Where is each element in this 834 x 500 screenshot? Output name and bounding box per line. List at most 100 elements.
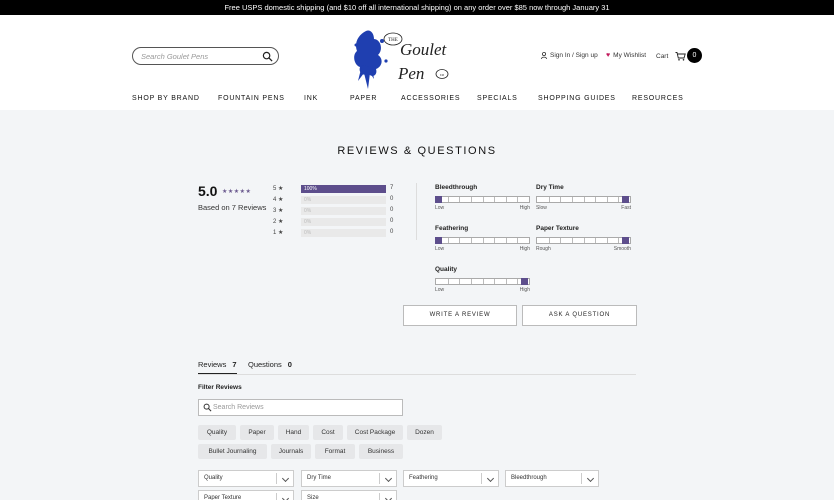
filter-chip[interactable]: Cost Package — [347, 425, 403, 440]
chevron-down-icon — [281, 474, 290, 483]
dropdown-label: Quality — [204, 475, 223, 481]
wishlist-label: My Wishlist — [613, 52, 647, 59]
slider-tick — [606, 238, 608, 243]
reviews-title: REVIEWS & QUESTIONS — [337, 145, 497, 157]
dropdown-label: Paper Texture — [204, 495, 242, 500]
nav-resources[interactable]: RESOURCES — [632, 95, 684, 102]
cart-count-badge[interactable]: 0 — [687, 48, 702, 63]
site-search-input[interactable]: Search Goulet Pens — [132, 47, 279, 65]
tabs-underline — [198, 374, 636, 375]
wishlist-link[interactable]: ♥ My Wishlist — [606, 52, 646, 59]
histogram-percent: 100% — [304, 186, 317, 192]
summary-divider — [416, 183, 417, 240]
filter-chip[interactable]: Hand — [278, 425, 309, 440]
chevron-down-icon — [281, 494, 290, 500]
slider-tick — [447, 238, 449, 243]
dropdown-separator — [379, 493, 380, 500]
filter-chip[interactable]: Quality — [198, 425, 236, 440]
goulet-pen-logo[interactable]: THE Goulet Pen co — [348, 21, 470, 95]
slider-tick — [606, 197, 608, 202]
histogram-percent: 0% — [304, 197, 312, 203]
site-header: Search Goulet Pens THE Goulet Pen co Sig… — [0, 15, 834, 110]
histogram-bar: 0% — [301, 229, 386, 237]
sign-in-link[interactable]: Sign In / Sign up — [541, 52, 598, 59]
nav-accessories[interactable]: ACCESSORIES — [401, 95, 460, 102]
slider-tick — [548, 197, 550, 202]
filter-chip[interactable]: Format — [315, 444, 355, 459]
nav-specials[interactable]: SPECIALS — [477, 95, 518, 102]
slider-tick — [447, 279, 449, 284]
slider-tick — [571, 197, 573, 202]
slider-low-label: Low — [435, 287, 445, 293]
slider-tick — [470, 238, 472, 243]
dropdown-separator — [276, 493, 277, 500]
average-rating: 5.0 — [198, 183, 218, 199]
histogram-percent: 0% — [304, 230, 312, 236]
tab-reviews-label: Reviews — [198, 360, 227, 369]
filter-chip[interactable]: Journals — [271, 444, 311, 459]
filter-chip[interactable]: Business — [359, 444, 403, 459]
slider-tick — [517, 238, 519, 243]
histogram-percent: 0% — [304, 208, 312, 214]
write-review-button[interactable]: WRITE A REVIEW — [403, 305, 517, 326]
nav-shopping-guides[interactable]: SHOPPING GUIDES — [538, 95, 616, 102]
cart-link[interactable]: Cart — [656, 52, 687, 61]
slider-tick — [470, 279, 472, 284]
filter-chip[interactable]: Cost — [313, 425, 343, 440]
review-search-placeholder: Search Reviews — [213, 404, 264, 411]
cart-icon — [675, 52, 687, 61]
filter-chip[interactable]: Paper — [240, 425, 274, 440]
slider-tick — [548, 238, 550, 243]
nav-paper[interactable]: PAPER — [350, 95, 377, 102]
dropdown-separator — [581, 473, 582, 484]
histogram-count: 0 — [390, 207, 394, 213]
histogram-star-label: 5 ★ — [273, 186, 284, 192]
filter-dropdown[interactable]: Bleedthrough — [505, 470, 599, 487]
slider-tick — [494, 197, 496, 202]
slider-track — [536, 237, 631, 244]
sign-in-label: Sign In / Sign up — [550, 52, 598, 59]
logo-co: co — [440, 72, 445, 77]
attribute-name: Bleedthrough — [435, 184, 478, 191]
tab-questions-count: 0 — [287, 360, 292, 369]
ask-question-button[interactable]: ASK A QUESTION — [522, 305, 637, 326]
attribute-slider: Paper Texture Rough Smooth — [536, 225, 631, 252]
dropdown-separator — [379, 473, 380, 484]
slider-low-label: Low — [435, 246, 445, 252]
histogram-count: 7 — [390, 185, 394, 191]
histogram-count: 0 — [390, 218, 394, 224]
histogram-count: 0 — [390, 196, 394, 202]
filter-dropdown[interactable]: Quality — [198, 470, 294, 487]
filter-chip[interactable]: Bullet Journaling — [198, 444, 267, 459]
tab-questions[interactable]: Questions 0 — [248, 360, 292, 375]
nav-fountain-pens[interactable]: FOUNTAIN PENS — [218, 95, 285, 102]
slider-track — [435, 278, 530, 285]
histogram-count: 0 — [390, 229, 394, 235]
slider-knob — [521, 278, 528, 285]
filter-chip[interactable]: Dozen — [407, 425, 442, 440]
logo-goulet: Goulet — [400, 40, 448, 59]
histogram-bar: 0% — [301, 218, 386, 226]
nav-ink[interactable]: INK — [304, 95, 318, 102]
filter-dropdown[interactable]: Feathering — [403, 470, 499, 487]
filter-dropdown[interactable]: Paper Texture — [198, 490, 294, 500]
announcement-bar: Free USPS domestic shipping (and $10 off… — [0, 0, 834, 15]
slider-knob — [435, 196, 442, 203]
histogram-bar: 0% — [301, 196, 386, 204]
slider-low-label: Rough — [536, 246, 551, 252]
filter-dropdown[interactable]: Size — [301, 490, 397, 500]
slider-high-label: Smooth — [613, 246, 631, 252]
slider-tick — [494, 279, 496, 284]
histogram-star-label: 2 ★ — [273, 219, 284, 225]
slider-tick — [459, 238, 461, 243]
chevron-down-icon — [486, 474, 495, 483]
dropdown-label: Bleedthrough — [511, 475, 547, 481]
search-icon[interactable] — [262, 51, 273, 62]
histogram-star-label: 1 ★ — [273, 230, 284, 236]
nav-shop-by-brand[interactable]: SHOP BY BRAND — [132, 95, 200, 102]
review-search-input[interactable]: Search Reviews — [198, 399, 403, 416]
slider-high-label: Fast — [621, 205, 631, 211]
tab-reviews[interactable]: Reviews 7 — [198, 360, 237, 375]
filter-dropdown[interactable]: Dry Time — [301, 470, 397, 487]
review-count-text: Based on 7 Reviews — [198, 203, 267, 212]
